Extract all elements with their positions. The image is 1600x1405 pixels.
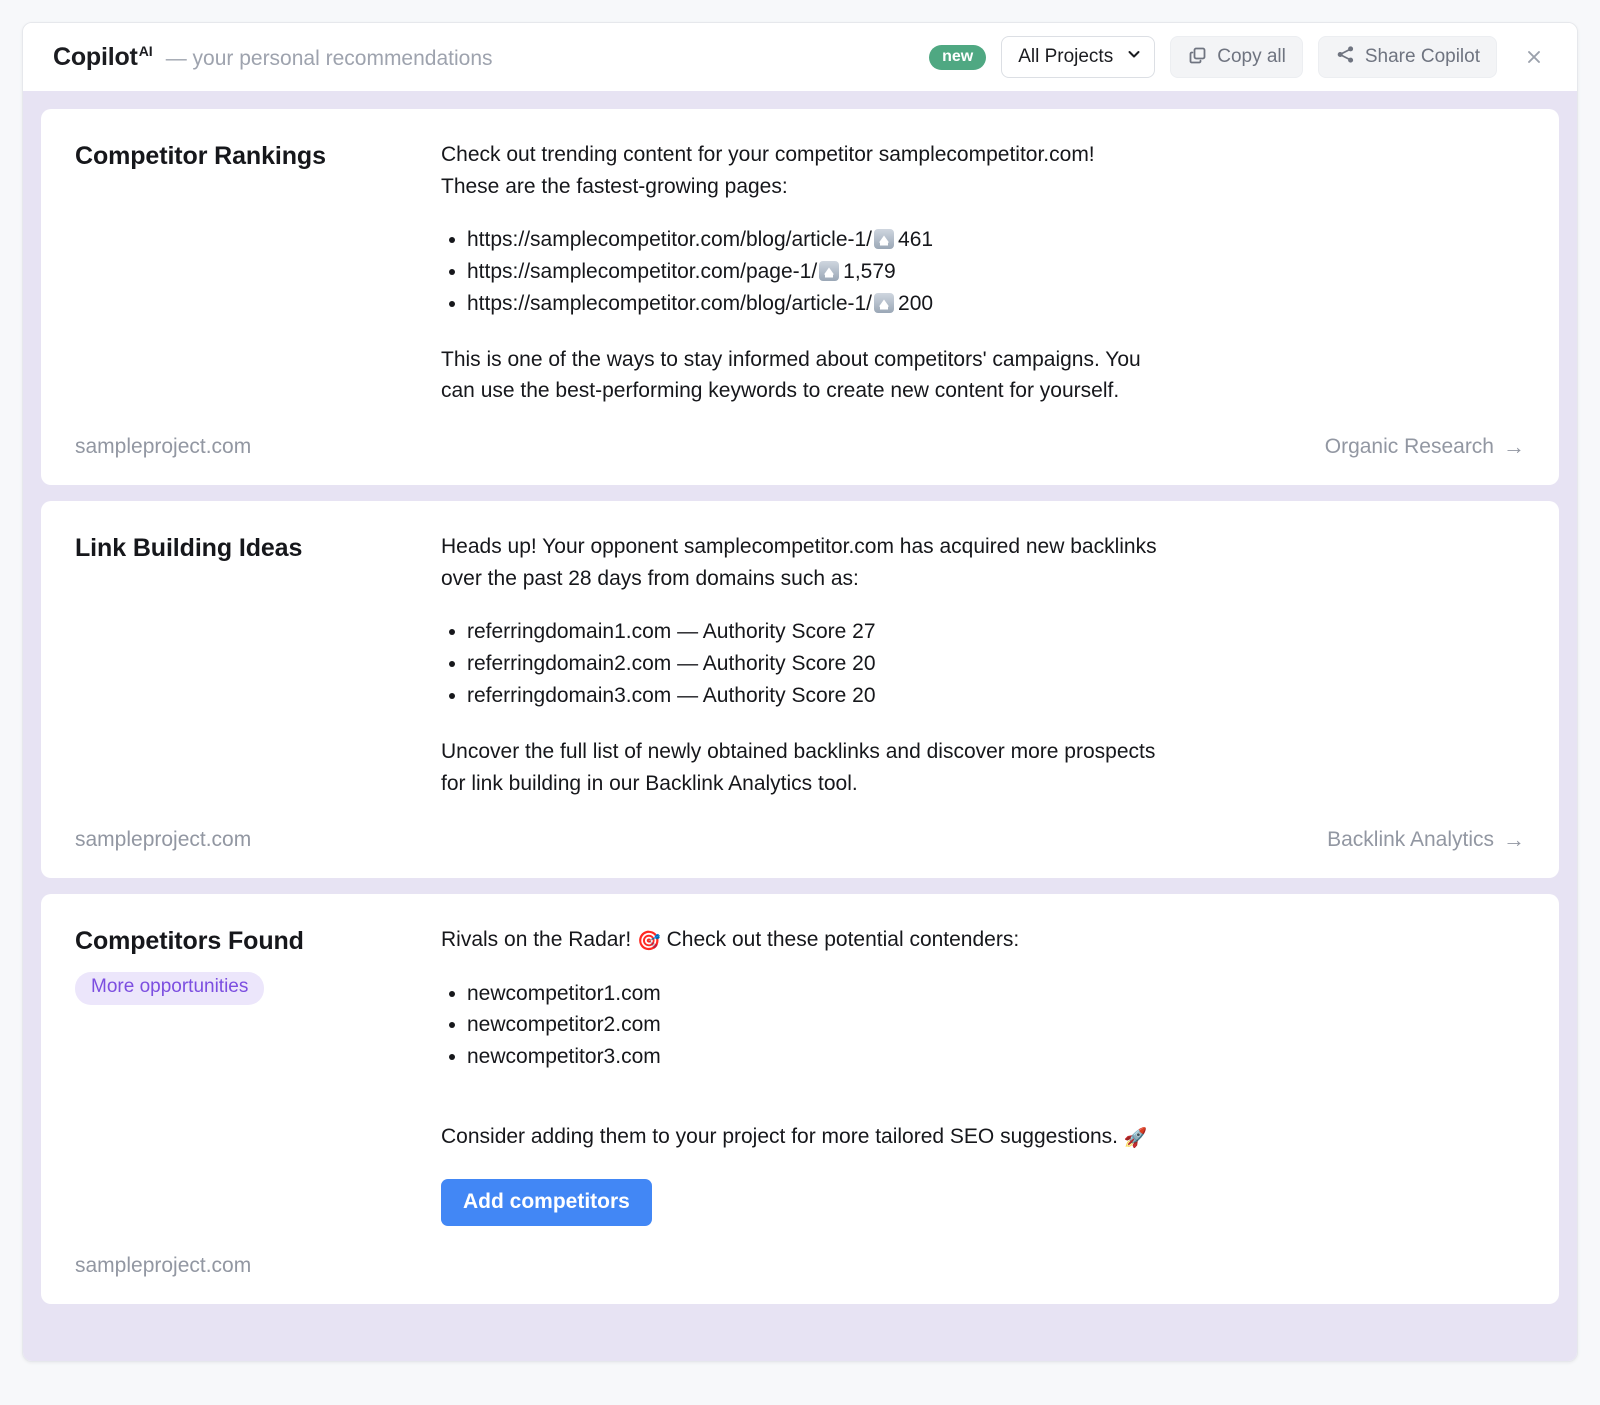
card-title: Competitors Found [75,927,441,956]
page-url: https://samplecompetitor.com/blog/articl… [467,292,872,315]
all-projects-selector[interactable]: All Projects [1001,36,1155,78]
copy-all-label: Copy all [1217,46,1286,68]
page-url: https://samplecompetitor.com/page-1/ [467,260,817,283]
card-intro-suffix: Check out these potential contenders: [661,928,1019,951]
more-opportunities-badge: More opportunities [75,972,264,1005]
card-left-column: Competitors Found More opportunities [75,924,441,1005]
brand-name: Copilot [53,43,138,72]
card-intro-text: Rivals on the Radar! 🎯 Check out these p… [441,924,1161,957]
card-outro-text: Consider adding them to your project for… [441,1121,1161,1154]
card-title: Link Building Ideas [75,534,441,563]
card-footer: sampleproject.com Backlink Analytics → [75,828,1525,878]
card-right-column: Check out trending content for your comp… [441,139,1525,407]
card-tool-link[interactable]: Backlink Analytics → [1327,828,1525,852]
arrow-right-icon: → [1503,436,1525,458]
list-item: https://samplecompetitor.com/blog/articl… [467,288,1515,320]
header-actions: new All Projects Copy all [929,36,1551,78]
list-item: https://samplecompetitor.com/page-1/1,57… [467,256,1515,288]
card-tool-link-label: Organic Research [1325,435,1494,459]
share-copilot-button[interactable]: Share Copilot [1318,36,1497,78]
copy-all-button[interactable]: Copy all [1170,36,1303,78]
up-arrow-emoji-icon [819,261,839,281]
card-outro-text: This is one of the ways to stay informed… [441,344,1141,408]
page-traffic-value: 461 [898,228,933,251]
list-item: referringdomain2.com — Authority Score 2… [467,648,1515,680]
all-projects-label: All Projects [1018,46,1113,68]
panel-header: CopilotAI — your personal recommendation… [23,23,1577,91]
card-right-column: Heads up! Your opponent samplecompetitor… [441,531,1525,799]
up-arrow-emoji-icon [874,229,894,249]
list-item: referringdomain1.com — Authority Score 2… [467,616,1515,648]
card-project-name: sampleproject.com [75,1254,251,1278]
card-project-name: sampleproject.com [75,828,251,852]
card-project-name: sampleproject.com [75,435,251,459]
list-item: newcompetitor1.com [467,978,1515,1010]
arrow-right-icon: → [1503,829,1525,851]
brand-tagline: — your personal recommendations [166,47,493,71]
recommendation-card-competitor-rankings[interactable]: Competitor Rankings Check out trending c… [41,109,1559,485]
card-outro-prefix: Consider adding them to your project for… [441,1125,1124,1148]
close-icon[interactable] [1517,40,1551,74]
card-left-column: Link Building Ideas [75,531,441,563]
page-traffic-value: 200 [898,292,933,315]
new-competitors-list: newcompetitor1.com newcompetitor2.com ne… [441,978,1515,1074]
card-left-column: Competitor Rankings [75,139,441,171]
dart-emoji-icon: 🎯 [637,931,661,952]
card-intro-text: Heads up! Your opponent samplecompetitor… [441,531,1161,595]
page-url: https://samplecompetitor.com/blog/articl… [467,228,872,251]
share-icon [1335,44,1356,71]
card-intro-text: Check out trending content for your comp… [441,139,1141,203]
chevron-down-icon [1126,46,1142,68]
referring-domains-list: referringdomain1.com — Authority Score 2… [441,616,1515,712]
recommendations-list: Competitor Rankings Check out trending c… [23,91,1577,1361]
card-outro-text: Uncover the full list of newly obtained … [441,736,1161,800]
card-intro-prefix: Rivals on the Radar! [441,928,637,951]
card-title: Competitor Rankings [75,142,441,171]
brand: CopilotAI — your personal recommendation… [53,43,493,72]
recommendation-card-link-building-ideas[interactable]: Link Building Ideas Heads up! Your oppon… [41,501,1559,877]
brand-superscript: AI [139,43,153,59]
new-badge: new [929,45,986,70]
rocket-emoji-icon: 🚀 [1124,1128,1148,1149]
card-tool-link[interactable]: Organic Research → [1325,435,1525,459]
card-right-column: Rivals on the Radar! 🎯 Check out these p… [441,924,1525,1226]
copy-icon [1187,44,1208,71]
list-item: newcompetitor2.com [467,1009,1515,1041]
list-item: referringdomain3.com — Authority Score 2… [467,680,1515,712]
up-arrow-emoji-icon [874,293,894,313]
share-copilot-label: Share Copilot [1365,46,1480,68]
copilot-panel: CopilotAI — your personal recommendation… [22,22,1578,1362]
recommendation-card-competitors-found[interactable]: Competitors Found More opportunities Riv… [41,894,1559,1304]
card-tool-link-label: Backlink Analytics [1327,828,1494,852]
list-item: https://samplecompetitor.com/blog/articl… [467,224,1515,256]
page-traffic-value: 1,579 [843,260,896,283]
card-footer: sampleproject.com [75,1254,1525,1304]
list-item: newcompetitor3.com [467,1041,1515,1073]
card-footer: sampleproject.com Organic Research → [75,435,1525,485]
fastest-growing-pages-list: https://samplecompetitor.com/blog/articl… [441,224,1515,320]
add-competitors-button[interactable]: Add competitors [441,1179,652,1226]
